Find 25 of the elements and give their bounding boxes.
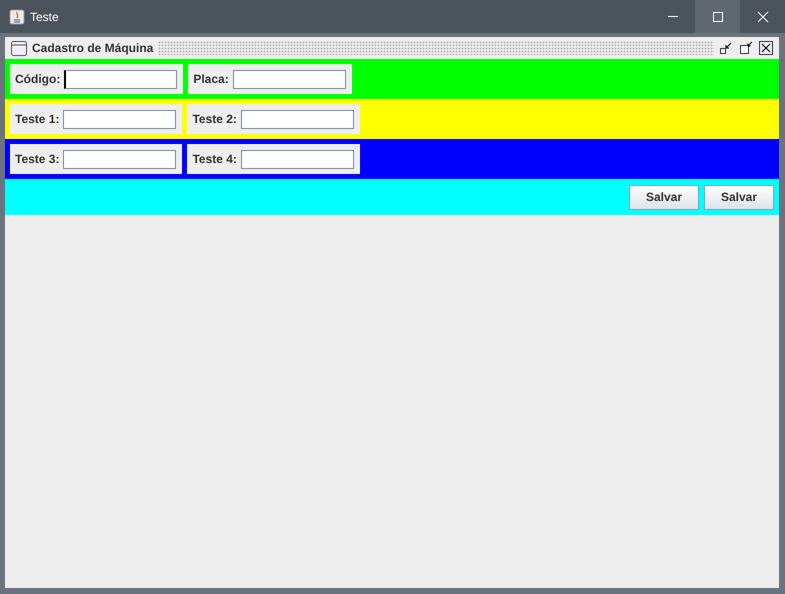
minimize-icon	[668, 16, 678, 17]
input-field[interactable]	[63, 110, 176, 128]
input-field[interactable]	[232, 70, 346, 88]
input-field[interactable]	[64, 70, 178, 88]
iconify-icon[interactable]	[719, 41, 733, 55]
field-label: Código:	[15, 72, 60, 86]
save-button[interactable]: Salvar	[629, 184, 699, 210]
field-label: Teste 3:	[15, 152, 60, 166]
close-icon[interactable]	[759, 41, 773, 55]
window-icon	[11, 40, 27, 56]
close-icon	[756, 10, 768, 22]
field-label: Teste 1:	[15, 112, 60, 126]
input-field[interactable]	[240, 110, 354, 128]
maximize-button[interactable]	[695, 0, 740, 33]
input-field[interactable]	[240, 150, 354, 168]
window-title: Teste	[30, 10, 59, 24]
maximize-icon	[712, 10, 724, 22]
field-label: Teste 2:	[192, 112, 237, 126]
field-label: Teste 4:	[192, 152, 237, 166]
maximize-icon[interactable]	[739, 41, 753, 55]
app-icon	[9, 8, 25, 24]
internal-frame-title: Cadastro de Máquina	[32, 41, 154, 55]
field-label: Placa:	[193, 72, 229, 86]
input-field[interactable]	[63, 150, 176, 168]
save-button[interactable]: Salvar	[704, 184, 774, 210]
